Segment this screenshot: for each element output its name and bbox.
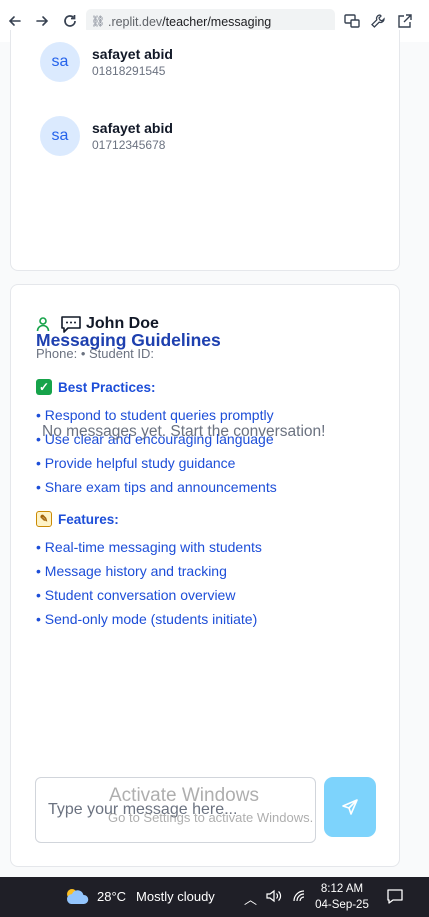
send-icon: [342, 799, 358, 815]
avatar: sa: [40, 42, 80, 82]
contact-item[interactable]: sa safayet abid 01712345678: [40, 116, 380, 156]
link-icon: ⛓: [91, 16, 105, 28]
chat-card: John Doe Messaging Guidelines Phone: • S…: [10, 284, 400, 867]
arrow-right-icon[interactable]: [32, 10, 52, 32]
arrow-left-icon[interactable]: [5, 10, 25, 32]
chevron-up-icon[interactable]: ︿: [244, 889, 257, 908]
check-mark-icon: ✓: [36, 379, 52, 395]
speaker-icon[interactable]: [266, 889, 282, 906]
contact-item[interactable]: sa safayet abid 01818291545: [40, 42, 380, 82]
features-heading: ✎ Features:: [36, 511, 119, 527]
best-practices-heading: ✓ Best Practices:: [36, 379, 156, 395]
clock-date: 04-Sep-25: [315, 899, 369, 911]
list-item: • Provide helpful study guidance: [36, 455, 236, 471]
taskbar: 28°C Mostly cloudy ︿ 8:12 AM 04-Sep-25: [0, 877, 429, 917]
empty-state-message: No messages yet. Start the conversation!: [42, 423, 326, 440]
message-input[interactable]: [36, 778, 315, 842]
contact-name: safayet abid: [92, 45, 173, 62]
notification-icon[interactable]: [386, 887, 404, 905]
wifi-icon[interactable]: [292, 889, 308, 906]
weather-condition: Mostly cloudy: [136, 888, 215, 904]
reload-icon[interactable]: [60, 10, 80, 32]
memo-icon: ✎: [36, 511, 52, 527]
clock[interactable]: 8:12 AM 04-Sep-25: [314, 881, 370, 913]
url-path: /teacher/messaging: [162, 14, 272, 29]
wrench-icon[interactable]: [369, 12, 387, 30]
screen-share-icon[interactable]: [343, 12, 361, 30]
list-item: • Message history and tracking: [36, 563, 227, 579]
contact-phone: 01712345678: [92, 137, 166, 152]
weather-widget[interactable]: 28°C Mostly cloudy: [63, 886, 215, 906]
contact-phone: 01818291545: [92, 63, 166, 78]
list-item: • Send-only mode (students initiate): [36, 611, 258, 627]
partly-cloudy-icon: [66, 889, 89, 904]
chat-contact-meta: Phone: • Student ID:: [36, 346, 155, 361]
url-host: .replit.dev: [107, 14, 163, 29]
contact-name: safayet abid: [92, 119, 173, 136]
send-button[interactable]: [324, 777, 376, 837]
message-composer: [35, 777, 316, 843]
contacts-card: sa safayet abid 01818291545 sa safayet a…: [10, 30, 400, 271]
open-external-icon[interactable]: [396, 12, 414, 30]
list-item: • Respond to student queries promptly: [36, 407, 274, 423]
clock-time: 8:12 AM: [320, 883, 364, 895]
temperature: 28°C: [97, 888, 127, 904]
list-item: • Share exam tips and announcements: [36, 479, 277, 495]
avatar: sa: [40, 116, 80, 156]
list-item: • Real-time messaging with students: [36, 539, 262, 555]
list-item: • Student conversation overview: [36, 587, 236, 603]
